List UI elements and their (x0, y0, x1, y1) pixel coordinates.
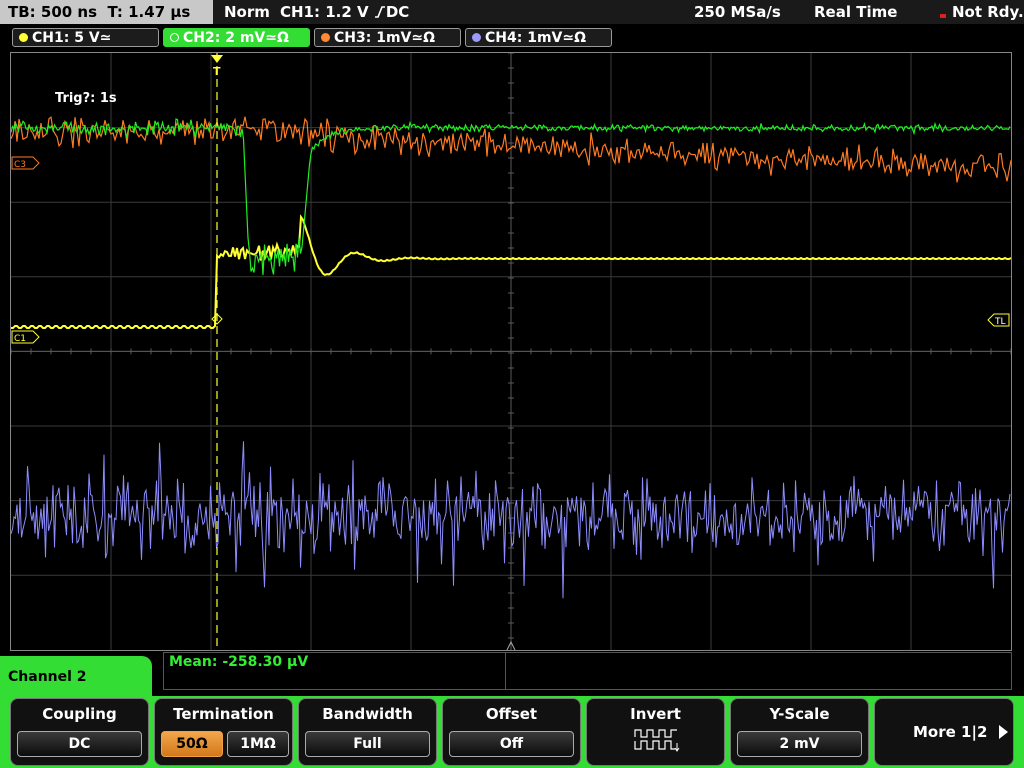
bandwidth-value[interactable]: Full (305, 731, 430, 757)
trigger-coupling: DC (385, 3, 410, 21)
termination-50ohm-option[interactable]: 50Ω (161, 731, 223, 757)
timebase-box[interactable]: TB: 500 ns T: 1.47 µs (0, 0, 213, 24)
ch4-dot-icon (472, 33, 481, 42)
softkey-more[interactable]: More 1|2 (874, 698, 1014, 766)
trigger-source[interactable]: CH1: 1.2 V DC (280, 0, 409, 24)
trigger-time-value: T: 1.47 µs (107, 3, 191, 21)
tab-ch3-suffix: ≃Ω (411, 30, 436, 46)
tl-marker-label: TL (994, 317, 1006, 327)
c1-marker-label: C1 (14, 334, 26, 344)
softkey-bandwidth-title: Bandwidth (322, 705, 413, 723)
tab-ch4[interactable]: CH4: 1mV≃Ω (465, 28, 612, 47)
tab-ch1[interactable]: CH1: 5 V≃ (12, 28, 159, 47)
offset-value[interactable]: Off (449, 731, 574, 757)
trigger-info: Trig?: 1s (55, 91, 117, 106)
softkey-bandwidth[interactable]: Bandwidth Full (298, 698, 437, 766)
coupling-value[interactable]: DC (17, 731, 142, 757)
tab-ch1-label: CH1: 5 V (32, 30, 100, 46)
trigger-marker-label: T (213, 65, 221, 78)
tab-ch2[interactable]: CH2: 2 mV≃Ω (163, 28, 310, 47)
sample-rate: 250 MSa/s (694, 3, 781, 21)
menu-title: Channel 2 (8, 669, 87, 685)
rising-edge-icon (374, 2, 386, 18)
ch2-dot-icon (170, 33, 179, 42)
softkey-coupling-title: Coupling (42, 705, 117, 723)
tab-ch3[interactable]: CH3: 1mV≃Ω (314, 28, 461, 47)
more-arrow-icon (999, 725, 1008, 739)
softkey-y-scale-title: Y-Scale (769, 705, 830, 723)
softkey-termination-title: Termination (173, 705, 274, 723)
waveform-display[interactable]: T C3 C1 TL Trig?: 1s (10, 52, 1012, 651)
tab-ch2-suffix: ≃Ω (265, 30, 289, 46)
softkey-termination[interactable]: Termination 50Ω 1MΩ (154, 698, 293, 766)
tab-ch4-label: CH4: 1mV (485, 30, 563, 46)
softkey-invert-title: Invert (630, 705, 681, 723)
trigger-source-label: CH1: 1.2 V (280, 3, 369, 21)
more-label: More 1|2 (913, 723, 988, 741)
termination-1mohm-option[interactable]: 1MΩ (227, 731, 289, 757)
y-scale-value[interactable]: 2 mV (737, 731, 862, 757)
ch1-dot-icon (19, 33, 28, 42)
acquisition-mode: Real Time (814, 3, 898, 21)
waveform-svg: T C3 C1 TL (11, 53, 1011, 650)
softkey-offset[interactable]: Offset Off (442, 698, 581, 766)
trigger-position-icon (211, 55, 223, 63)
timebase-value: TB: 500 ns (8, 3, 98, 21)
softkey-y-scale[interactable]: Y-Scale 2 mV (730, 698, 869, 766)
c3-marker-label: C3 (14, 160, 26, 170)
softkey-offset-title: Offset (485, 705, 538, 723)
ch3-dot-icon (321, 33, 330, 42)
tab-ch3-label: CH3: 1mV (334, 30, 412, 46)
measurement-mean: Mean: -258.30 µV (169, 654, 309, 670)
invert-waveform-icon (633, 727, 681, 757)
softkey-coupling[interactable]: Coupling DC (10, 698, 149, 766)
status-led-icon (940, 14, 946, 18)
softkey-invert[interactable]: Invert (586, 698, 725, 766)
measurement-divider (505, 652, 506, 690)
tab-ch4-suffix: ≃Ω (562, 30, 587, 46)
tab-ch2-label: CH2: 2 mV (183, 30, 266, 46)
status-indicator: Not Rdy. (952, 3, 1024, 21)
tab-ch1-suffix: ≃ (99, 30, 112, 46)
trigger-mode[interactable]: Norm (224, 0, 270, 24)
